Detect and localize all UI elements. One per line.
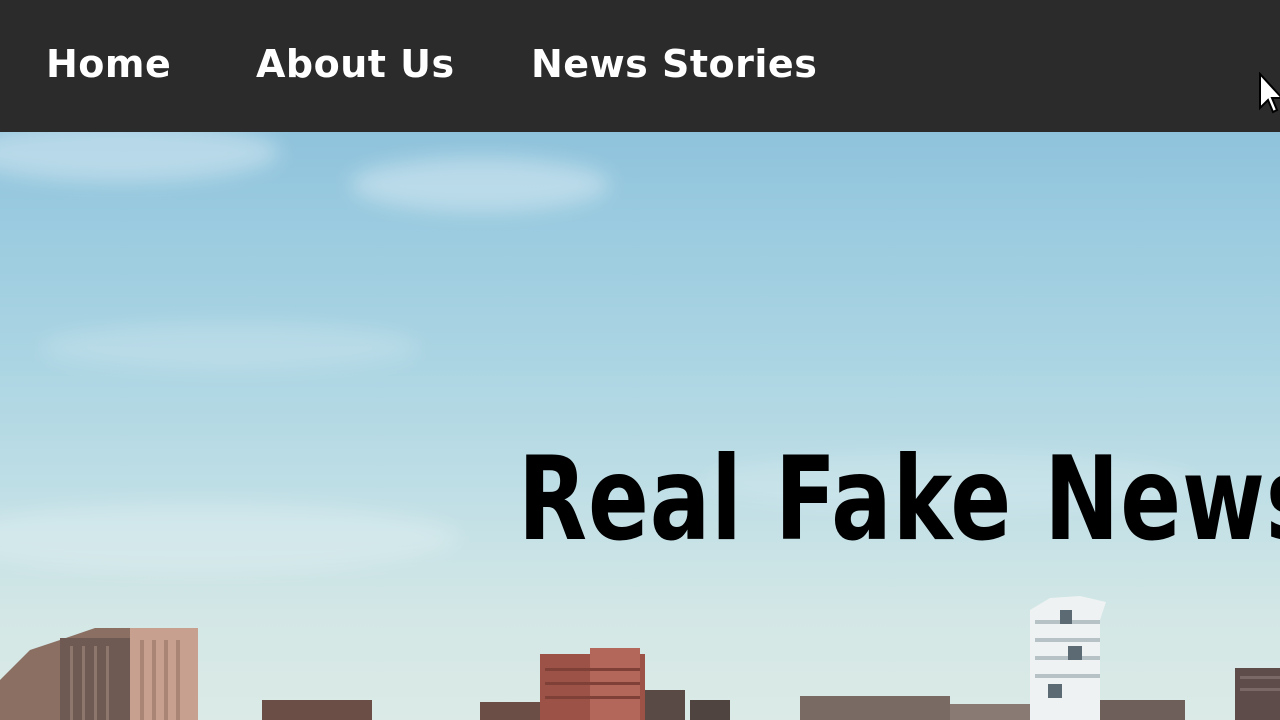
cloud [350, 157, 610, 212]
hero-title: Real Fake News [518, 431, 1280, 567]
nav-link-about-us[interactable]: About Us [256, 38, 455, 90]
hero-banner: Real Fake News [0, 132, 1280, 720]
top-navbar: Home About Us News Stories [0, 0, 1280, 132]
cloud [0, 132, 280, 182]
nav-link-home[interactable]: Home [46, 38, 171, 90]
page: Home About Us News Stories Real Fake New… [0, 0, 1280, 720]
city-skyline-image [0, 596, 1280, 720]
mouse-pointer-icon [1259, 72, 1280, 114]
nav-link-news-stories[interactable]: News Stories [531, 38, 817, 90]
cloud [0, 502, 460, 572]
cloud [40, 322, 420, 372]
